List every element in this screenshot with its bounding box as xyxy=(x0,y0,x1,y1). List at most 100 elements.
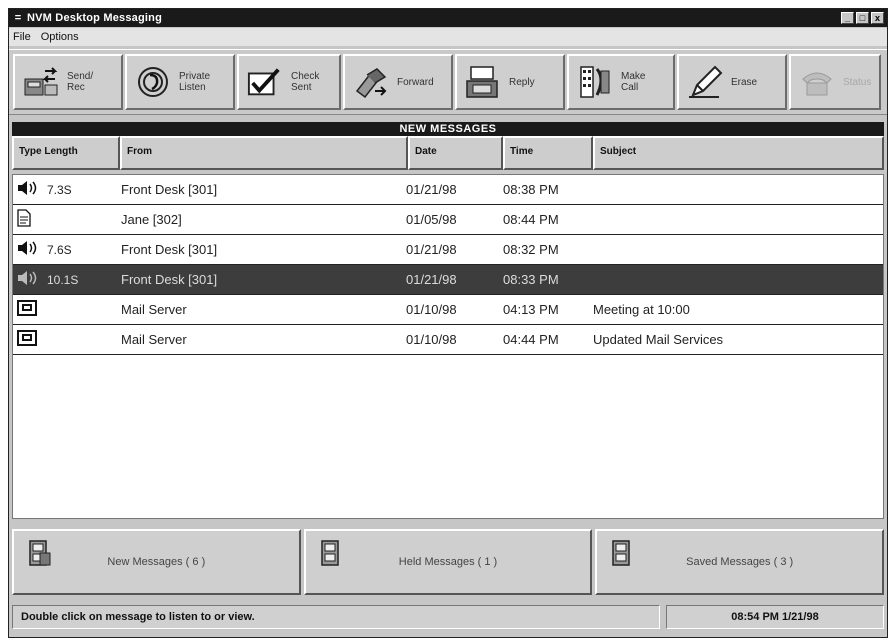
message-date: 01/21/98 xyxy=(406,242,457,257)
new-messages-folder-button[interactable]: New Messages ( 6 ) xyxy=(12,529,301,595)
message-subject xyxy=(593,235,883,264)
speaker-icon xyxy=(17,240,39,259)
forward-button[interactable]: Forward xyxy=(343,54,453,110)
message-subject: Updated Mail Services xyxy=(593,332,724,347)
message-from: Front Desk [301] xyxy=(121,272,218,287)
ear-icon xyxy=(135,64,171,100)
message-row[interactable]: 7.3S Front Desk [301] 01/21/98 08:38 PM xyxy=(13,175,883,205)
check-sent-label: Check Sent xyxy=(291,71,320,93)
private-listen-button[interactable]: Private Listen xyxy=(125,54,235,110)
saved-messages-label: Saved Messages ( 3 ) xyxy=(686,556,794,568)
column-header-type-length[interactable]: Type Length xyxy=(12,136,120,170)
saved-messages-folder-button[interactable]: Saved Messages ( 3 ) xyxy=(595,529,885,595)
held-messages-folder-button[interactable]: Held Messages ( 1 ) xyxy=(303,529,593,595)
speaker-icon xyxy=(17,270,39,289)
message-time: 08:38 PM xyxy=(503,182,559,197)
send-receive-icon xyxy=(23,64,59,100)
message-date: 01/10/98 xyxy=(406,302,457,317)
status-message: Double click on message to listen to or … xyxy=(12,605,660,629)
close-button[interactable]: x xyxy=(871,12,884,24)
email-icon xyxy=(17,300,37,319)
message-row[interactable]: 7.6S Front Desk [301] 01/21/98 08:32 PM xyxy=(13,235,883,265)
column-header-date[interactable]: Date xyxy=(408,136,503,170)
list-banner: NEW MESSAGES xyxy=(12,122,884,136)
check-sent-button[interactable]: Check Sent xyxy=(237,54,341,110)
status-bar: Double click on message to listen to or … xyxy=(12,605,884,631)
send-receive-label: Send/ Rec xyxy=(67,71,94,93)
message-from: Jane [302] xyxy=(121,212,182,227)
forward-label: Forward xyxy=(397,76,434,88)
toolbar: Send/ Rec Private Listen Check Sent Forw… xyxy=(9,49,887,115)
minimize-button[interactable]: _ xyxy=(841,12,854,24)
menu-bar: File Options xyxy=(9,28,887,46)
cabinet-icon xyxy=(28,539,52,570)
speaker-icon xyxy=(17,180,39,199)
message-row[interactable]: Mail Server 01/10/98 04:44 PM Updated Ma… xyxy=(13,325,883,355)
send-receive-button[interactable]: Send/ Rec xyxy=(13,54,123,110)
message-date: 01/05/98 xyxy=(406,212,457,227)
cabinet-icon xyxy=(611,539,635,570)
status-button[interactable]: Status xyxy=(789,54,881,110)
column-header-time[interactable]: Time xyxy=(503,136,593,170)
message-date: 01/10/98 xyxy=(406,332,457,347)
type-length-cell xyxy=(13,325,118,354)
new-messages-label: New Messages ( 6 ) xyxy=(107,556,206,568)
window-title: NVM Desktop Messaging xyxy=(27,12,163,24)
telephone-icon xyxy=(799,64,835,100)
message-length: 7.6S xyxy=(47,242,72,257)
system-menu-icon[interactable]: = xyxy=(9,12,27,24)
message-subject xyxy=(593,175,883,204)
message-from: Mail Server xyxy=(121,332,187,347)
status-label: Status xyxy=(843,76,872,88)
maximize-button[interactable]: □ xyxy=(856,12,869,24)
menu-options[interactable]: Options xyxy=(41,31,79,43)
message-row[interactable]: Jane [302] 01/05/98 08:44 PM xyxy=(13,205,883,235)
erase-label: Erase xyxy=(731,76,758,88)
message-subject: Meeting at 10:00 xyxy=(593,302,690,317)
email-icon xyxy=(17,330,37,349)
message-length: 10.1S xyxy=(47,272,79,287)
pencil-eraser-icon xyxy=(687,64,723,100)
folder-buttons: New Messages ( 6 ) Held Messages ( 1 ) S… xyxy=(12,529,885,595)
message-length: 7.3S xyxy=(47,182,72,197)
message-time: 04:44 PM xyxy=(503,332,559,347)
reply-icon xyxy=(465,64,501,100)
message-from: Front Desk [301] xyxy=(121,182,218,197)
app-window: = NVM Desktop Messaging _ □ x File Optio… xyxy=(8,8,888,638)
column-header-from[interactable]: From xyxy=(120,136,408,170)
message-time: 04:13 PM xyxy=(503,302,559,317)
message-subject xyxy=(593,265,883,294)
make-call-button[interactable]: Make Call xyxy=(567,54,675,110)
private-listen-label: Private Listen xyxy=(179,71,211,93)
type-length-cell: 7.6S xyxy=(13,235,118,264)
status-clock: 08:54 PM 1/21/98 xyxy=(666,605,884,629)
message-from: Front Desk [301] xyxy=(121,242,218,257)
message-time: 08:44 PM xyxy=(503,212,559,227)
menu-file[interactable]: File xyxy=(13,31,31,43)
reply-label: Reply xyxy=(509,76,535,88)
message-row-selected[interactable]: 10.1S Front Desk [301] 01/21/98 08:33 PM xyxy=(13,265,883,295)
column-header-subject[interactable]: Subject xyxy=(593,136,884,170)
title-bar[interactable]: = NVM Desktop Messaging _ □ x xyxy=(9,9,887,27)
reply-button[interactable]: Reply xyxy=(455,54,565,110)
cabinet-icon xyxy=(320,539,344,570)
message-time: 08:33 PM xyxy=(503,272,559,287)
message-date: 01/21/98 xyxy=(406,272,457,287)
held-messages-label: Held Messages ( 1 ) xyxy=(398,556,498,568)
type-length-cell: 10.1S xyxy=(13,265,118,294)
forward-icon xyxy=(353,64,389,100)
type-length-cell: 7.3S xyxy=(13,175,118,204)
checkmark-icon xyxy=(247,64,283,100)
type-length-cell xyxy=(13,295,118,324)
message-row[interactable]: Mail Server 01/10/98 04:13 PM Meeting at… xyxy=(13,295,883,325)
document-icon xyxy=(17,209,31,230)
message-list: 7.3S Front Desk [301] 01/21/98 08:38 PM … xyxy=(12,174,884,519)
make-call-label: Make Call xyxy=(621,71,646,93)
column-headers: Type Length From Date Time Subject xyxy=(12,136,884,172)
message-subject xyxy=(593,205,883,234)
type-length-cell xyxy=(13,205,118,234)
message-time: 08:32 PM xyxy=(503,242,559,257)
window-controls: _ □ x xyxy=(841,12,884,24)
erase-button[interactable]: Erase xyxy=(677,54,787,110)
message-date: 01/21/98 xyxy=(406,182,457,197)
